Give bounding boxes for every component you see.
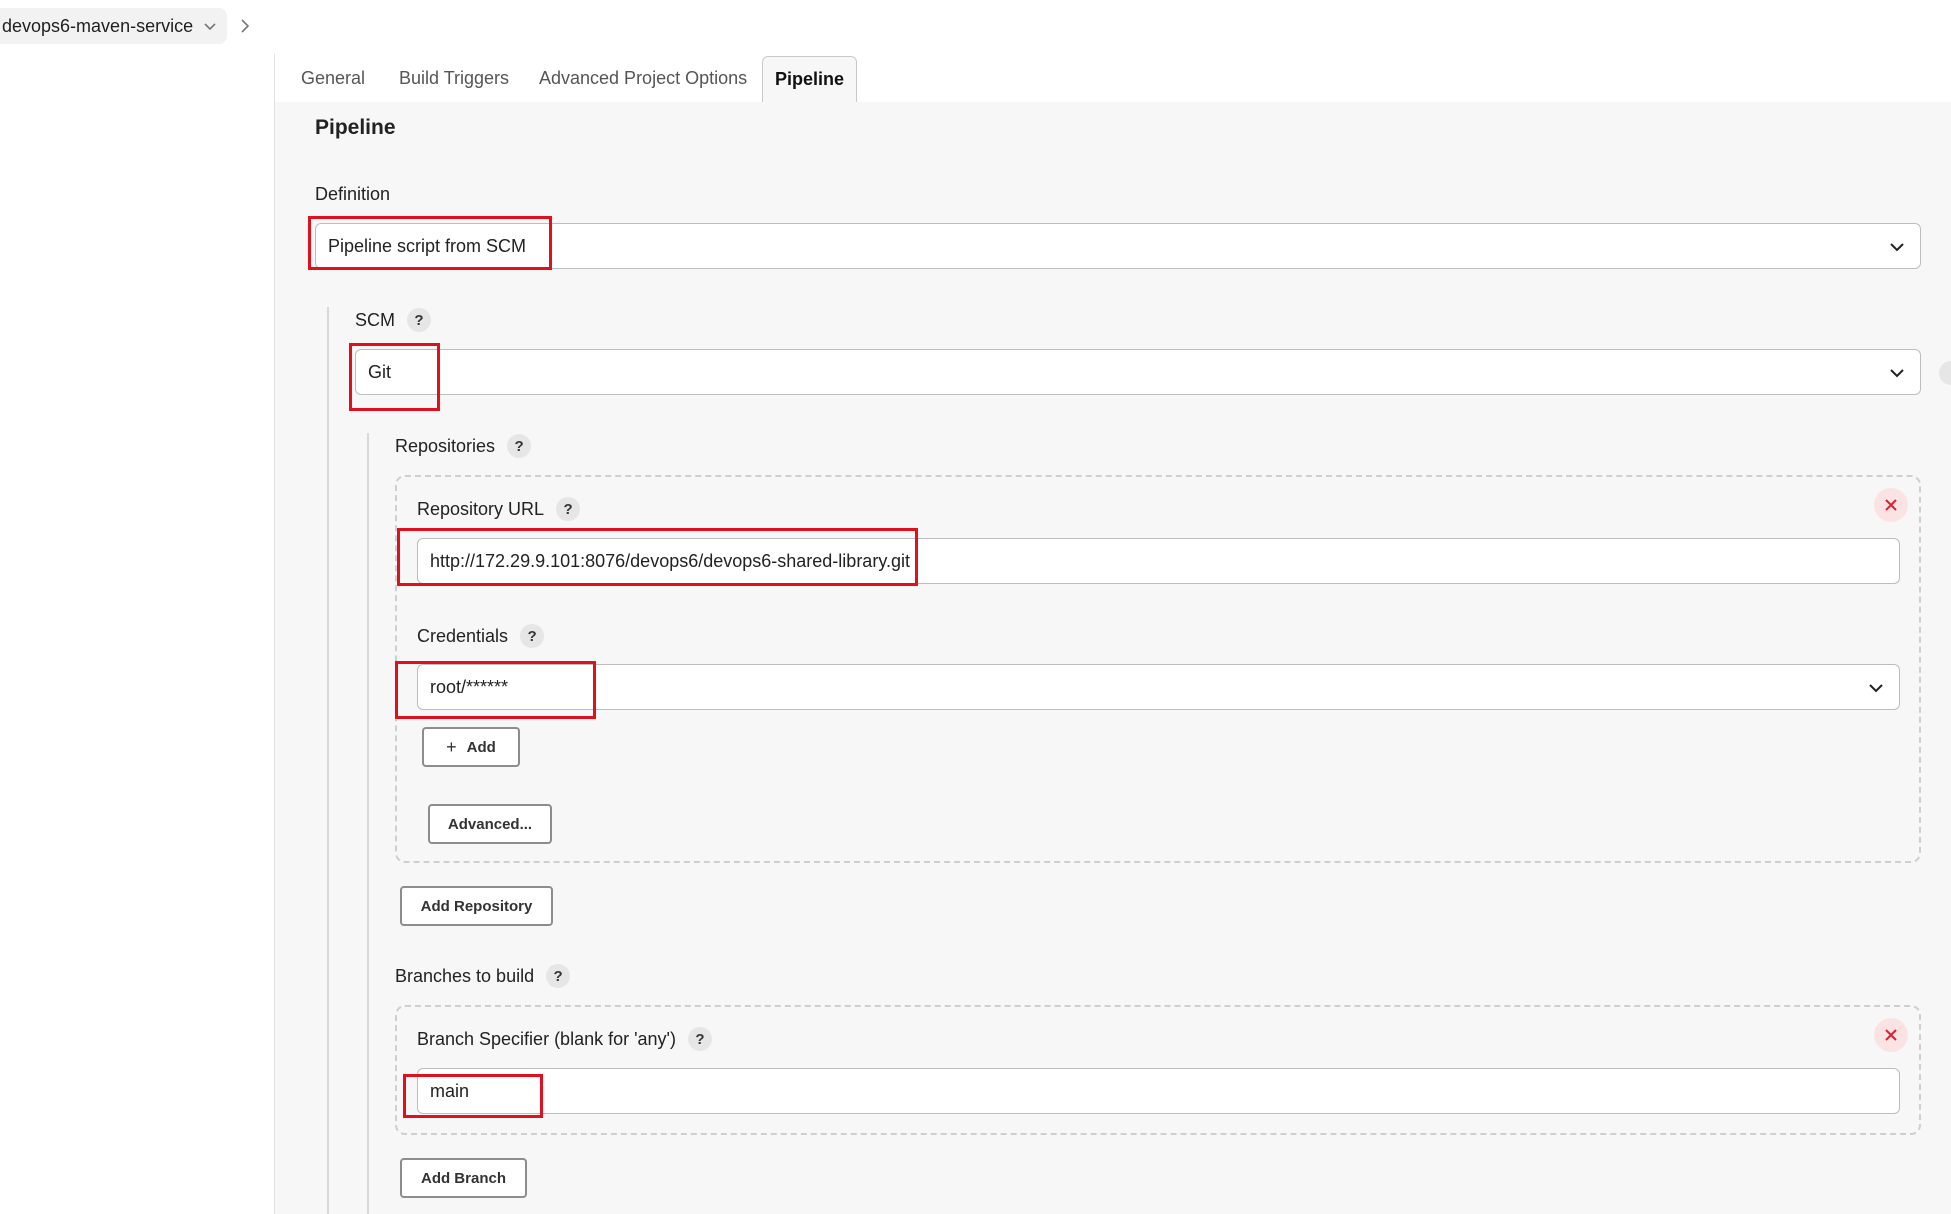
close-icon bbox=[1885, 499, 1897, 511]
branches-label-text: Branches to build bbox=[395, 965, 535, 986]
help-icon[interactable]: ? bbox=[556, 497, 581, 521]
help-icon[interactable]: ? bbox=[507, 434, 532, 458]
add-credentials-label: Add bbox=[466, 738, 496, 756]
scm-select[interactable]: Git bbox=[355, 349, 1921, 395]
definition-label-text: Definition bbox=[315, 184, 391, 204]
delete-branch-button[interactable] bbox=[1874, 1018, 1908, 1052]
repository-url-input[interactable]: http://172.29.9.101:8076/devops6/devops6… bbox=[417, 538, 1900, 584]
repository-url-value: http://172.29.9.101:8076/devops6/devops6… bbox=[430, 550, 910, 571]
add-credentials-button[interactable]: + Add bbox=[422, 727, 520, 767]
repository-url-label-text: Repository URL bbox=[417, 498, 545, 519]
credentials-label-text: Credentials bbox=[417, 625, 509, 646]
repository-url-label: Repository URL ? bbox=[417, 497, 581, 521]
tab-general[interactable]: General bbox=[301, 54, 365, 102]
scm-label-text: SCM bbox=[355, 309, 395, 330]
config-main: General Build Triggers Advanced Project … bbox=[275, 54, 1951, 1214]
help-icon[interactable]: ? bbox=[546, 964, 571, 988]
add-repository-button[interactable]: Add Repository bbox=[400, 886, 553, 926]
credentials-value: root/****** bbox=[430, 676, 509, 697]
help-icon[interactable] bbox=[1939, 361, 1951, 385]
credentials-select[interactable]: root/****** bbox=[417, 664, 1900, 710]
credentials-label: Credentials ? bbox=[417, 624, 545, 648]
breadcrumb-project[interactable]: devops6-maven-service bbox=[0, 8, 228, 44]
scm-label: SCM ? bbox=[355, 308, 431, 332]
git-indent-line bbox=[367, 433, 369, 1214]
repositories-label: Repositories ? bbox=[395, 434, 532, 458]
breadcrumb: devops6-maven-service bbox=[0, 8, 251, 44]
tab-advanced-project-options[interactable]: Advanced Project Options bbox=[539, 54, 747, 102]
branch-specifier-label: Branch Specifier (blank for 'any') ? bbox=[417, 1027, 712, 1051]
branch-specifier-input[interactable]: main bbox=[417, 1068, 1900, 1114]
branch-specifier-value: main bbox=[430, 1080, 470, 1101]
add-branch-button[interactable]: Add Branch bbox=[400, 1158, 527, 1198]
chevron-down-icon[interactable] bbox=[203, 19, 217, 33]
chevron-down-icon bbox=[1869, 684, 1883, 693]
config-tabs: General Build Triggers Advanced Project … bbox=[275, 54, 1951, 102]
breadcrumb-project-label: devops6-maven-service bbox=[2, 15, 194, 36]
help-icon[interactable]: ? bbox=[520, 624, 545, 648]
plus-icon: + bbox=[446, 736, 457, 757]
tab-pipeline[interactable]: Pipeline bbox=[762, 56, 858, 102]
chevron-down-icon bbox=[1890, 243, 1904, 252]
advanced-button[interactable]: Advanced... bbox=[428, 804, 552, 844]
definition-label: Definition bbox=[315, 184, 390, 205]
definition-select[interactable]: Pipeline script from SCM bbox=[315, 223, 1921, 269]
chevron-right-icon bbox=[241, 19, 250, 33]
top-bar bbox=[0, 0, 1951, 54]
repositories-label-text: Repositories bbox=[395, 435, 496, 456]
branches-label: Branches to build ? bbox=[395, 964, 571, 988]
close-icon bbox=[1885, 1029, 1897, 1041]
section-title: Pipeline bbox=[315, 116, 396, 139]
help-icon[interactable]: ? bbox=[688, 1027, 712, 1051]
scm-indent-line bbox=[327, 307, 329, 1214]
chevron-down-icon bbox=[1890, 369, 1904, 378]
definition-value: Pipeline script from SCM bbox=[328, 235, 527, 256]
scm-value: Git bbox=[368, 361, 392, 382]
tab-build-triggers[interactable]: Build Triggers bbox=[399, 54, 509, 102]
delete-repository-button[interactable] bbox=[1874, 488, 1908, 522]
help-icon[interactable]: ? bbox=[407, 308, 431, 332]
branch-specifier-label-text: Branch Specifier (blank for 'any') bbox=[417, 1028, 676, 1049]
